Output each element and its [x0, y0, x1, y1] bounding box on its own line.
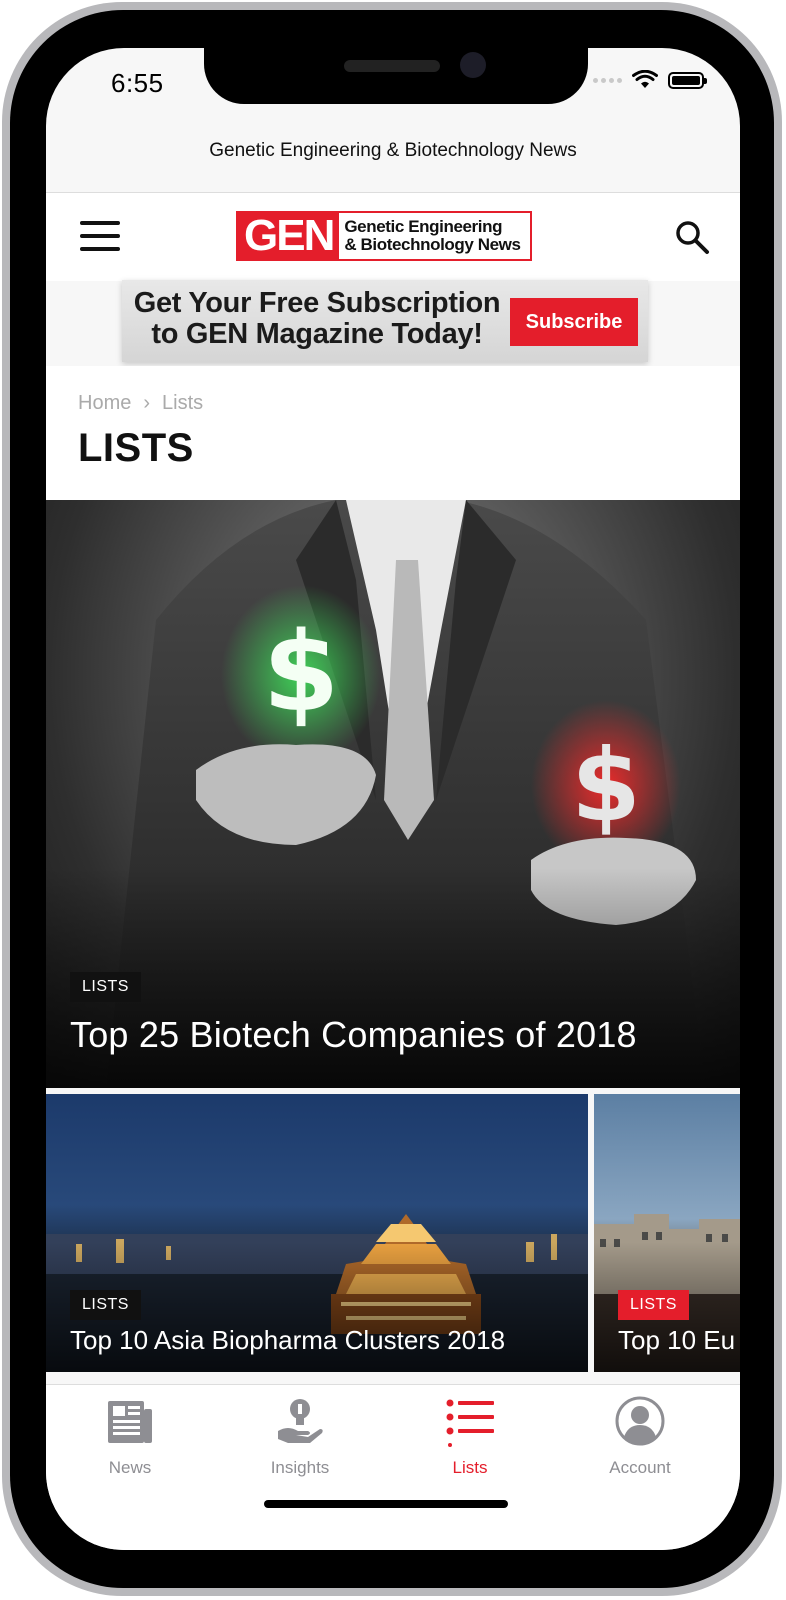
hero-article-title[interactable]: Top 25 Biotech Companies of 2018: [70, 1014, 637, 1056]
subscription-ad-banner[interactable]: Get Your Free Subscription to GEN Magazi…: [122, 280, 648, 362]
status-time: 6:55: [111, 68, 164, 98]
tab-lists[interactable]: Lists: [400, 1395, 540, 1478]
article-card[interactable]: LISTS Top 10 Eu: [594, 1094, 740, 1372]
breadcrumb-separator: ›: [143, 392, 151, 414]
newspaper-icon: [108, 1401, 152, 1443]
bottom-tab-bar: News Insights Lists Account: [46, 1384, 740, 1550]
breadcrumb-current: Lists: [162, 392, 204, 414]
logo-wordmark: Genetic Engineering & Biotechnology News: [339, 217, 521, 254]
card-title[interactable]: Top 10 Eu: [618, 1325, 735, 1356]
subscribe-button[interactable]: Subscribe: [510, 298, 638, 346]
browser-page-title: Genetic Engineering & Biotechnology News: [209, 140, 577, 161]
menu-icon[interactable]: [80, 221, 120, 251]
article-card[interactable]: LISTS Top 10 Asia Biopharma Clusters 201…: [46, 1094, 588, 1372]
page-title: LISTS: [78, 426, 194, 470]
svg-text:$: $: [263, 608, 340, 736]
page-header-section: Home › Lists LISTS: [46, 366, 740, 500]
user-icon: [615, 1396, 665, 1446]
home-indicator[interactable]: [264, 1500, 508, 1508]
tab-news-label: News: [108, 1458, 152, 1477]
notch: [204, 48, 588, 104]
app-header: GEN Genetic Engineering & Biotechnology …: [46, 192, 740, 281]
breadcrumb-home[interactable]: Home: [78, 392, 131, 415]
tab-lists-label: Lists: [452, 1458, 488, 1477]
lightbulb-hand-icon: [278, 1399, 323, 1443]
search-icon[interactable]: [674, 219, 710, 255]
hero-category-tag[interactable]: LISTS: [70, 972, 141, 1002]
speaker: [344, 60, 440, 72]
breadcrumb: Home › Lists: [78, 392, 203, 415]
wifi-icon: [632, 70, 658, 88]
ad-text: Get Your Free Subscription to GEN Magazi…: [132, 288, 502, 350]
tab-news[interactable]: News: [60, 1395, 200, 1478]
status-icons: [593, 70, 707, 90]
gen-logo[interactable]: GEN Genetic Engineering & Biotechnology …: [236, 211, 532, 261]
phone-screen: 6:55 Genetic Engineering & Biotechnology…: [46, 48, 740, 1550]
card-title[interactable]: Top 10 Asia Biopharma Clusters 2018: [70, 1325, 505, 1356]
front-camera: [460, 52, 486, 78]
card-category-tag[interactable]: LISTS: [618, 1290, 689, 1320]
card-category-tag[interactable]: LISTS: [70, 1290, 141, 1320]
logo-line-2: & Biotechnology News: [344, 235, 521, 254]
battery-icon: [668, 71, 707, 89]
cellular-signal-icon: [593, 77, 622, 83]
ad-line-1: Get Your Free Subscription: [133, 287, 501, 319]
featured-article-card[interactable]: $ $ LISTS Top 25 Biotech Companies of 20…: [46, 500, 740, 1088]
tab-account[interactable]: Account: [570, 1395, 710, 1478]
tab-account-label: Account: [609, 1458, 671, 1477]
ad-line-2: to GEN Magazine Today!: [151, 318, 483, 350]
list-icon: [446, 1399, 494, 1447]
svg-text:$: $: [571, 727, 641, 844]
tab-insights[interactable]: Insights: [230, 1395, 370, 1478]
logo-mark: GEN: [238, 211, 340, 260]
logo-line-1: Genetic Engineering: [344, 217, 503, 236]
tab-insights-label: Insights: [270, 1458, 330, 1477]
